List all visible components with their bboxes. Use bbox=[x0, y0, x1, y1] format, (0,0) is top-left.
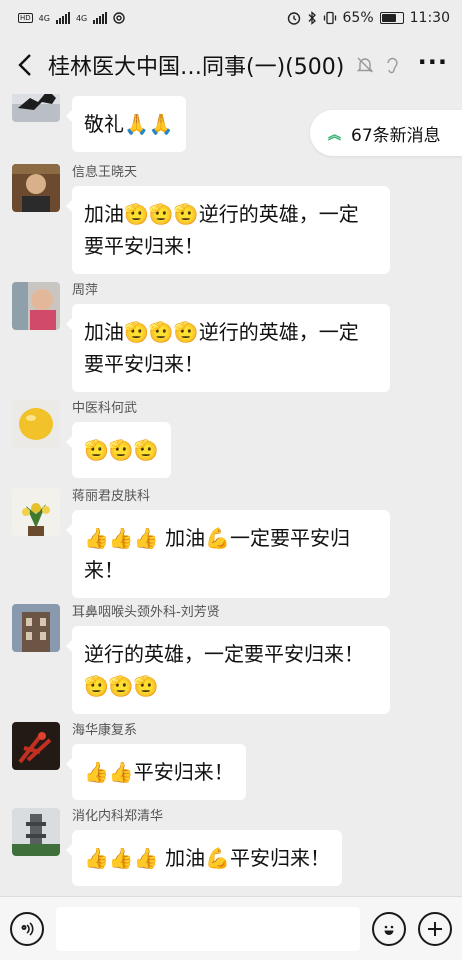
battery-percent: 65% bbox=[342, 10, 374, 26]
battery-icon bbox=[379, 12, 404, 24]
input-bar bbox=[0, 896, 462, 960]
plus-button[interactable] bbox=[418, 911, 452, 946]
message-bubble[interactable]: 👍👍👍 加油💪一定要平安归来！ bbox=[66, 510, 390, 598]
smiley-icon bbox=[384, 925, 394, 935]
message-input[interactable] bbox=[56, 906, 360, 951]
vibrate-icon bbox=[323, 11, 336, 25]
mute-bell-icon bbox=[357, 57, 374, 73]
message-bubble[interactable]: 敬礼🙏🙏 bbox=[66, 96, 186, 152]
clock: 11:30 bbox=[409, 10, 450, 26]
network-label-2: 4G bbox=[75, 13, 88, 23]
message-bubble[interactable]: 🫡🫡🫡 bbox=[66, 422, 171, 478]
plus-icon bbox=[428, 921, 442, 936]
sender-name: 周萍 bbox=[72, 283, 99, 298]
ear-icon bbox=[387, 57, 399, 74]
signal-icon-2 bbox=[93, 12, 108, 24]
message-item: 蒋丽君皮肤科 👍👍👍 加油💪一定要平安归来！ bbox=[12, 488, 390, 598]
message-item: 耳鼻咽喉头颈外科-刘芳贤 逆行的英雄，一定要平安归来！🫡🫡🫡 bbox=[12, 604, 390, 714]
chevron-left-icon bbox=[18, 54, 31, 76]
message-bubble[interactable]: 加油🫡🫡🫡逆行的英雄，一定要平安归来！ bbox=[66, 304, 390, 392]
message-bubble[interactable]: 👍👍平安归来！ bbox=[66, 744, 246, 800]
hotspot-icon bbox=[113, 12, 125, 24]
chat-status-icons bbox=[356, 56, 400, 74]
message-list[interactable]: 敬礼🙏🙏 信息王晓天 加油🫡🫡🫡逆行的英雄，一定要平安归来！ 周萍 加油🫡🫡🫡逆… bbox=[0, 94, 462, 894]
avatar[interactable] bbox=[12, 94, 60, 122]
message-item: 海华康复系 👍👍平安归来！ bbox=[12, 722, 246, 800]
message-item: 中医科何武 🫡🫡🫡 bbox=[12, 400, 171, 478]
chat-header: 桂林医大中国…同事(一)(500) ··· bbox=[0, 36, 462, 94]
sender-name: 蒋丽君皮肤科 bbox=[72, 489, 151, 504]
message-item: 信息王晓天 加油🫡🫡🫡逆行的英雄，一定要平安归来！ bbox=[12, 164, 390, 274]
sender-name: 信息王晓天 bbox=[72, 165, 138, 180]
voice-icon bbox=[21, 921, 34, 936]
sender-name: 消化内科郑清华 bbox=[72, 809, 164, 824]
message-item: 敬礼🙏🙏 bbox=[12, 94, 186, 152]
status-right: 65% 11:30 bbox=[287, 10, 450, 26]
hd-badge: HD bbox=[18, 13, 33, 23]
sender-name: 海华康复系 bbox=[72, 723, 138, 738]
chat-title: 桂林医大中国…同事(一)(500) bbox=[48, 55, 345, 80]
avatar[interactable] bbox=[12, 400, 60, 448]
avatar[interactable] bbox=[12, 282, 60, 330]
emoji-button[interactable] bbox=[372, 911, 406, 946]
signal-icon bbox=[55, 12, 70, 24]
message-bubble[interactable]: 👍👍👍 加油💪平安归来！ bbox=[66, 830, 342, 886]
status-left: HD 4G 4G bbox=[18, 12, 125, 24]
avatar[interactable] bbox=[12, 722, 60, 770]
sender-name: 耳鼻咽喉头颈外科-刘芳贤 bbox=[72, 605, 220, 620]
message-bubble[interactable]: 加油🫡🫡🫡逆行的英雄，一定要平安归来！ bbox=[66, 186, 390, 274]
status-bar: HD 4G 4G 65% 11:30 bbox=[0, 0, 462, 36]
message-item: 周萍 加油🫡🫡🫡逆行的英雄，一定要平安归来！ bbox=[12, 282, 390, 392]
avatar[interactable] bbox=[12, 808, 60, 856]
avatar[interactable] bbox=[12, 488, 60, 536]
message-item: 消化内科郑清华 👍👍👍 加油💪平安归来！ bbox=[12, 808, 342, 886]
avatar[interactable] bbox=[12, 604, 60, 652]
bluetooth-icon bbox=[308, 11, 316, 25]
new-messages-button[interactable]: ︽ 67条新消息 bbox=[310, 110, 462, 156]
back-button[interactable] bbox=[10, 45, 40, 85]
double-chevron-up-icon: ︽ bbox=[328, 127, 342, 143]
voice-button[interactable] bbox=[10, 911, 44, 946]
avatar[interactable] bbox=[12, 164, 60, 212]
message-bubble[interactable]: 逆行的英雄，一定要平安归来！🫡🫡🫡 bbox=[66, 626, 390, 714]
alarm-icon bbox=[287, 12, 300, 25]
new-messages-label: 67条新消息 bbox=[351, 125, 441, 146]
more-options-button[interactable]: ··· bbox=[418, 48, 448, 76]
sender-name: 中医科何武 bbox=[72, 401, 138, 416]
network-label-1: 4G bbox=[38, 13, 50, 23]
